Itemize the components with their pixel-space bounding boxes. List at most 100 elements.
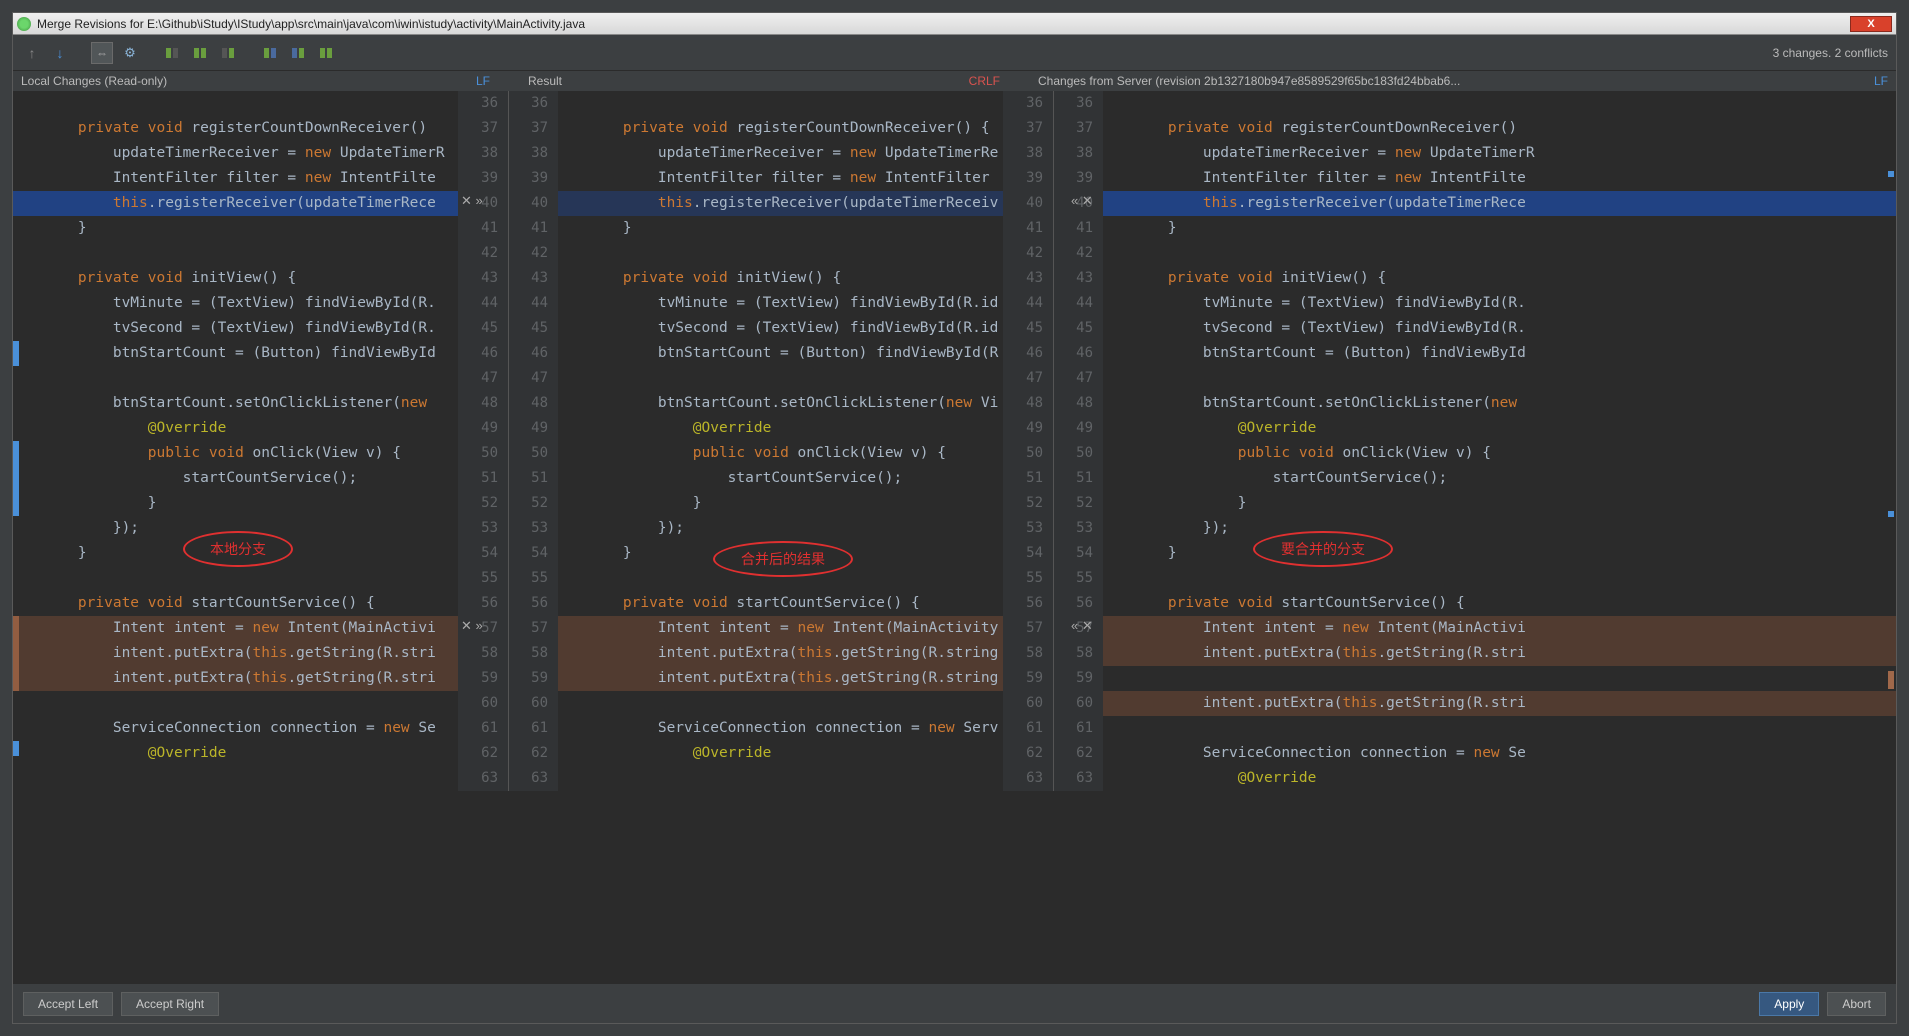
apply-nonconflict-both-button[interactable] xyxy=(189,42,211,64)
code-line: private void registerCountDownReceiver()… xyxy=(558,116,1003,141)
line-number: 37 xyxy=(458,116,498,141)
accept-left-button[interactable]: Accept Left xyxy=(23,992,113,1016)
line-number: 39 xyxy=(458,166,498,191)
code-line: btnStartCount.setOnClickListener(new Vi xyxy=(558,391,1003,416)
line-number: 51 xyxy=(458,466,498,491)
next-diff-button[interactable] xyxy=(49,42,71,64)
line-number: 54 xyxy=(509,541,548,566)
apply-button[interactable]: Apply xyxy=(1759,992,1819,1016)
line-number: 49 xyxy=(1054,416,1093,441)
code-line: private void startCountService() { xyxy=(1103,591,1896,616)
line-number: 39 xyxy=(1003,166,1043,191)
abort-button[interactable]: Abort xyxy=(1827,992,1886,1016)
compare-left-mid-button[interactable] xyxy=(259,42,281,64)
line-number: 49 xyxy=(509,416,548,441)
right-pane[interactable]: private void registerCountDownReceiver()… xyxy=(1103,91,1896,983)
line-number: 47 xyxy=(458,366,498,391)
line-number: 46 xyxy=(1003,341,1043,366)
line-number: 57 xyxy=(509,616,548,641)
accept-right-button[interactable]: Accept Right xyxy=(121,992,219,1016)
code-line: IntentFilter filter = new IntentFilte xyxy=(1103,166,1896,191)
line-number: 50 xyxy=(1003,441,1043,466)
status-text: 3 changes. 2 conflicts xyxy=(1773,46,1888,60)
code-line: @Override xyxy=(558,741,1003,766)
line-number: 38 xyxy=(509,141,548,166)
line-number: 36 xyxy=(509,91,548,116)
code-line: intent.putExtra(this.getString(R.stri xyxy=(13,641,458,666)
line-number: 56 xyxy=(458,591,498,616)
apply-nonconflict-left-button[interactable] xyxy=(161,42,183,64)
code-line: Intent intent = new Intent(MainActivi xyxy=(1103,616,1896,641)
line-number: 53 xyxy=(1003,516,1043,541)
settings-button[interactable] xyxy=(119,42,141,64)
line-number: 41 xyxy=(1003,216,1043,241)
line-number: 40 xyxy=(509,191,548,216)
compare-mid-right-button[interactable] xyxy=(287,42,309,64)
line-number: 60 xyxy=(1003,691,1043,716)
code-line: private void startCountService() { xyxy=(558,591,1003,616)
line-number: 51 xyxy=(1003,466,1043,491)
line-number: 46 xyxy=(509,341,548,366)
line-number: 53 xyxy=(509,516,548,541)
line-number: 37 xyxy=(509,116,548,141)
result-pane[interactable]: private void registerCountDownReceiver()… xyxy=(558,91,1003,983)
line-number: 46 xyxy=(458,341,498,366)
line-number: 61 xyxy=(1003,716,1043,741)
apply-nonconflict-right-button[interactable] xyxy=(217,42,239,64)
line-number: 56 xyxy=(509,591,548,616)
code-line: ServiceConnection connection = new Se xyxy=(1103,741,1896,766)
code-line: this.registerReceiver(updateTimerReceiv xyxy=(558,191,1003,216)
line-number: 50 xyxy=(458,441,498,466)
code-line: private void registerCountDownReceiver() xyxy=(1103,116,1896,141)
code-line: IntentFilter filter = new IntentFilte xyxy=(13,166,458,191)
line-number: 44 xyxy=(1003,291,1043,316)
merge-reject-accept-right[interactable]: « ✕ xyxy=(1071,193,1093,209)
line-number: 38 xyxy=(1054,141,1093,166)
mid-pane-title: Result xyxy=(528,74,562,88)
left-pane-title: Local Changes (Read-only) xyxy=(21,74,167,88)
code-line: private void initView() { xyxy=(1103,266,1896,291)
prev-diff-button[interactable] xyxy=(21,42,43,64)
code-line: Intent intent = new Intent(MainActivi xyxy=(13,616,458,641)
left-line-ending[interactable]: LF xyxy=(476,74,490,88)
window-close-button[interactable]: X xyxy=(1850,16,1892,32)
code-line: tvSecond = (TextView) findViewById(R. xyxy=(13,316,458,341)
merge-reject-accept-left[interactable]: ✕ » xyxy=(461,618,483,634)
code-line: } xyxy=(558,216,1003,241)
line-number: 53 xyxy=(458,516,498,541)
code-line: tvMinute = (TextView) findViewById(R. xyxy=(1103,291,1896,316)
line-number: 43 xyxy=(509,266,548,291)
line-number: 59 xyxy=(1054,666,1093,691)
line-number: 48 xyxy=(1054,391,1093,416)
code-line: @Override xyxy=(558,416,1003,441)
mid-line-ending[interactable]: CRLF xyxy=(969,74,1000,88)
collapse-unchanged-button[interactable] xyxy=(91,42,113,64)
code-line xyxy=(13,91,458,116)
right-line-ending[interactable]: LF xyxy=(1874,74,1888,88)
code-line: btnStartCount.setOnClickListener(new xyxy=(13,391,458,416)
code-line: tvSecond = (TextView) findViewById(R. xyxy=(1103,316,1896,341)
window-title: Merge Revisions for E:\Github\iStudy\ISt… xyxy=(37,17,585,31)
compare-left-right-button[interactable] xyxy=(315,42,337,64)
merge-reject-accept-left[interactable]: ✕ » xyxy=(461,193,483,209)
line-number: 52 xyxy=(1003,491,1043,516)
line-number: 36 xyxy=(1003,91,1043,116)
line-number: 45 xyxy=(1054,316,1093,341)
code-line xyxy=(13,566,458,591)
code-line: btnStartCount = (Button) findViewById xyxy=(13,341,458,366)
line-number: 60 xyxy=(509,691,548,716)
merge-reject-accept-right[interactable]: « ✕ xyxy=(1071,618,1093,634)
code-line: this.registerReceiver(updateTimerRece xyxy=(1103,191,1896,216)
line-number: 52 xyxy=(1054,491,1093,516)
mid-right-gutter: 3637383940414243444546474849505152535455… xyxy=(1003,91,1053,791)
line-number: 54 xyxy=(1054,541,1093,566)
line-number: 59 xyxy=(1003,666,1043,691)
code-line: btnStartCount.setOnClickListener(new xyxy=(1103,391,1896,416)
line-number: 47 xyxy=(1054,366,1093,391)
code-line: updateTimerReceiver = new UpdateTimerR xyxy=(1103,141,1896,166)
line-number: 37 xyxy=(1003,116,1043,141)
annotation-oval-left: 本地分支 xyxy=(183,531,293,567)
line-number: 36 xyxy=(1054,91,1093,116)
line-number: 50 xyxy=(509,441,548,466)
code-line: private void initView() { xyxy=(13,266,458,291)
